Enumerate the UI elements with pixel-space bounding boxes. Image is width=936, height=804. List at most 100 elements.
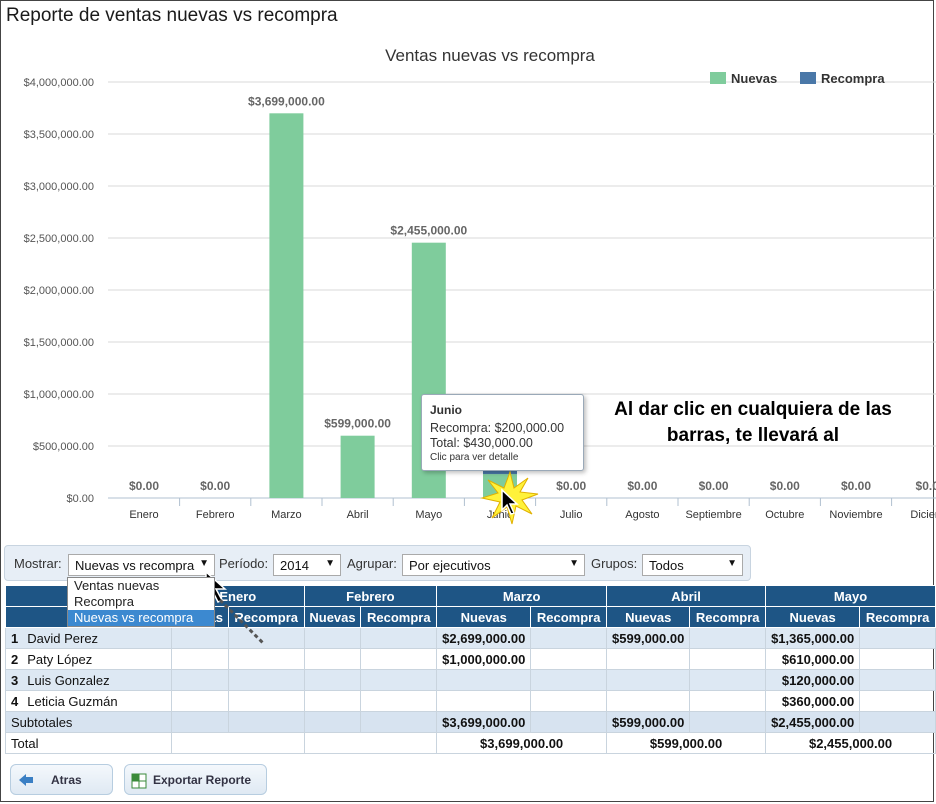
- subtotal-cell: $3,699,000.00: [436, 711, 532, 733]
- periodo-select[interactable]: 2014 ▼: [273, 554, 341, 576]
- x-tick-label: Diciem: [910, 509, 936, 521]
- data-label: $0.00: [627, 479, 657, 493]
- dropdown-option-recompra[interactable]: Recompra: [68, 594, 214, 610]
- subtotal-label: Subtotales: [5, 711, 172, 733]
- table-cell[interactable]: [303, 669, 362, 691]
- x-tick-label: Enero: [129, 509, 158, 521]
- y-tick-label: $3,000,000.00: [24, 181, 94, 193]
- mostrar-select[interactable]: Nuevas vs recompra ▼: [68, 554, 215, 576]
- grupos-label: Grupos:: [591, 556, 638, 571]
- table-row[interactable]: 1 David Perez $2,699,000.00 $599,000.00 $1,3…: [5, 627, 936, 649]
- table-cell[interactable]: [360, 648, 438, 670]
- grupos-select[interactable]: Todos ▼: [642, 554, 743, 576]
- table-cell[interactable]: [530, 627, 608, 649]
- col-header-month[interactable]: Febrero: [303, 585, 438, 607]
- y-tick-label: $3,500,000.00: [24, 129, 94, 141]
- mostrar-value: Nuevas vs recompra: [75, 558, 195, 573]
- row-index: 1: [11, 630, 19, 646]
- table-cell[interactable]: [689, 648, 767, 670]
- table-cell[interactable]: [530, 669, 608, 691]
- sub-header-recompra: Recompra: [530, 606, 608, 628]
- row-executive-cell[interactable]: 4 Leticia Guzmán: [5, 690, 172, 712]
- total-row: Total $3,699,000.00 $599,000.00 $2,455,000.…: [5, 732, 936, 754]
- table-cell[interactable]: [859, 669, 936, 691]
- data-label: $0.00: [129, 479, 159, 493]
- table-cell[interactable]: [689, 669, 767, 691]
- legend-label: Nuevas: [731, 71, 777, 86]
- table-cell[interactable]: $120,000.00: [765, 669, 861, 691]
- mostrar-dropdown-list: Ventas nuevas Recompra Nuevas vs recompr…: [67, 577, 215, 627]
- table-cell[interactable]: [859, 627, 936, 649]
- chevron-down-icon: ▼: [325, 558, 335, 569]
- table-cell[interactable]: [689, 627, 767, 649]
- bar: [269, 113, 304, 498]
- dropdown-option-nuevas-vs-recompra[interactable]: Nuevas vs recompra: [68, 610, 214, 626]
- table-cell[interactable]: $1,365,000.00: [765, 627, 861, 649]
- col-header-month[interactable]: Mayo: [765, 585, 936, 607]
- table-cell[interactable]: [689, 690, 767, 712]
- agrupar-label: Agrupar:: [347, 556, 397, 571]
- x-tick-label: Julio: [560, 509, 583, 521]
- sub-header-recompra: Recompra: [859, 606, 936, 628]
- table-cell[interactable]: [360, 669, 438, 691]
- table-cell[interactable]: [360, 627, 438, 649]
- data-label: $0.00: [556, 479, 586, 493]
- table-cell[interactable]: [360, 690, 438, 712]
- data-label: $2,455,000.00: [390, 224, 467, 238]
- agrupar-value: Por ejecutivos: [409, 558, 491, 573]
- data-label: $3,699,000.00: [248, 94, 325, 108]
- y-tick-label: $1,000,000.00: [24, 389, 94, 401]
- table-cell[interactable]: [436, 690, 532, 712]
- y-tick-label: $2,500,000.00: [24, 233, 94, 245]
- table-cell[interactable]: [303, 627, 362, 649]
- row-executive-cell[interactable]: 3 Luis Gonzalez: [5, 669, 172, 691]
- agrupar-select[interactable]: Por ejecutivos ▼: [402, 554, 585, 576]
- table-cell[interactable]: [606, 648, 691, 670]
- table-cell[interactable]: $599,000.00: [606, 627, 691, 649]
- table-row[interactable]: 2 Paty López $1,000,000.00 $610,000.00: [5, 648, 936, 670]
- table-cell[interactable]: [227, 690, 305, 712]
- total-cell: [303, 732, 438, 754]
- table-cell[interactable]: $1,000,000.00: [436, 648, 532, 670]
- export-report-button[interactable]: Exportar Reporte: [124, 764, 267, 795]
- row-executive-cell[interactable]: 1 David Perez: [5, 627, 172, 649]
- table-cell[interactable]: [530, 648, 608, 670]
- data-label: $0.00: [841, 479, 871, 493]
- table-cell[interactable]: [170, 690, 229, 712]
- table-cell[interactable]: $2,699,000.00: [436, 627, 532, 649]
- table-cell[interactable]: [859, 690, 936, 712]
- arrow-left-icon: [19, 774, 33, 786]
- col-header-month[interactable]: Marzo: [436, 585, 608, 607]
- table-cell[interactable]: [436, 669, 532, 691]
- table-cell[interactable]: $610,000.00: [765, 648, 861, 670]
- table-cell[interactable]: [303, 648, 362, 670]
- table-cell[interactable]: [606, 690, 691, 712]
- table-cell[interactable]: $360,000.00: [765, 690, 861, 712]
- executive-name: Paty López: [27, 651, 93, 667]
- table-cell[interactable]: [530, 690, 608, 712]
- chevron-down-icon: ▼: [727, 558, 737, 569]
- table-cell[interactable]: [606, 669, 691, 691]
- chart-tooltip: Junio Recompra: $200,000.00 Total: $430,…: [421, 394, 584, 471]
- dropdown-option-ventas-nuevas[interactable]: Ventas nuevas: [68, 578, 214, 594]
- table-cell[interactable]: [170, 669, 229, 691]
- y-tick-label: $0.00: [66, 493, 94, 505]
- periodo-value: 2014: [280, 558, 309, 573]
- table-cell[interactable]: [227, 669, 305, 691]
- data-label: $0.00: [699, 479, 729, 493]
- table-row[interactable]: 4 Leticia Guzmán $360,000.00: [5, 690, 936, 712]
- table-cell[interactable]: [859, 648, 936, 670]
- chart-title: Ventas nuevas vs recompra: [385, 46, 595, 65]
- table-row[interactable]: 3 Luis Gonzalez $120,000.00: [5, 669, 936, 691]
- col-header-month[interactable]: Abril: [606, 585, 767, 607]
- x-tick-label: Febrero: [196, 509, 235, 521]
- table-cell[interactable]: [227, 648, 305, 670]
- data-label: $0.00: [770, 479, 800, 493]
- table-cell[interactable]: [303, 690, 362, 712]
- subtotal-row: Subtotales $3,699,000.00 $599,000.00 $2,455…: [5, 711, 936, 733]
- row-executive-cell[interactable]: 2 Paty López: [5, 648, 172, 670]
- y-tick-label: $500,000.00: [33, 441, 94, 453]
- back-button[interactable]: Atras: [10, 764, 113, 795]
- table-cell[interactable]: [170, 648, 229, 670]
- subtotal-cell: [859, 711, 936, 733]
